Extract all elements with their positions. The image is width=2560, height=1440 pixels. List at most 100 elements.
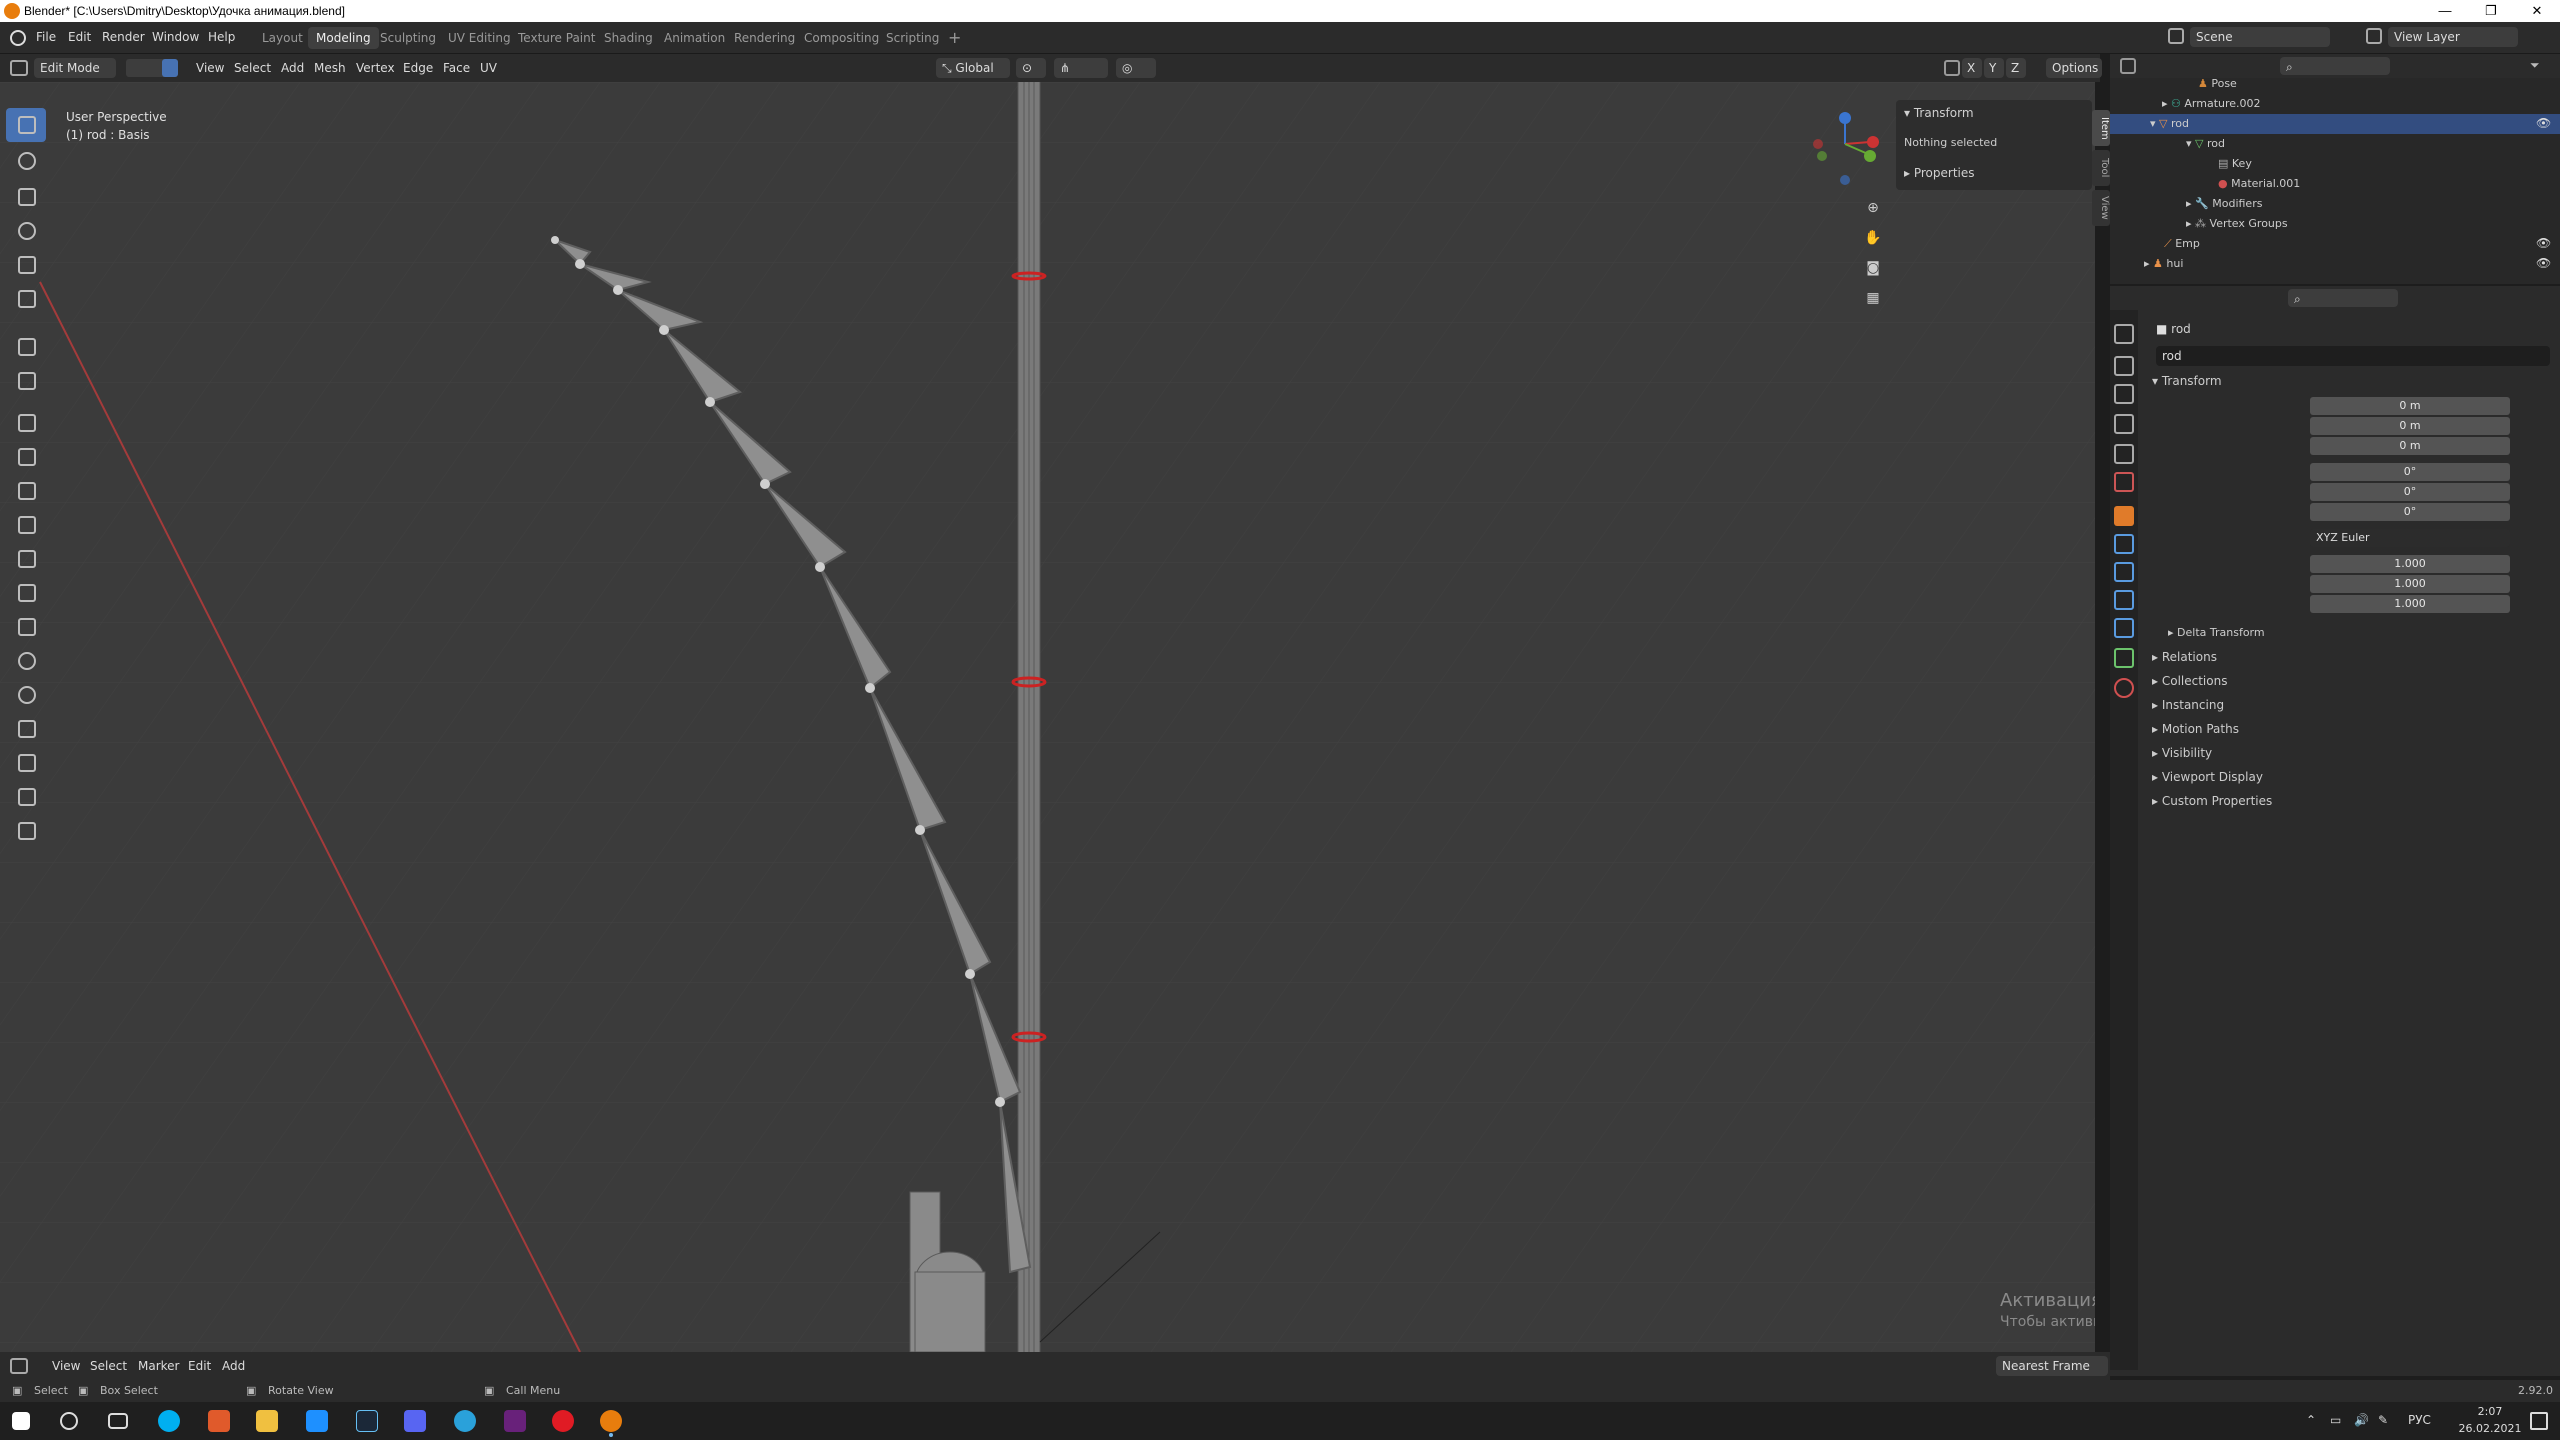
tab-tool[interactable]: Tool [2092, 150, 2110, 186]
timeline-menu-edit[interactable]: Edit [188, 1359, 211, 1373]
tab-animation[interactable]: Animation [656, 27, 733, 49]
transform-section-header[interactable]: ▾ Transform [2152, 370, 2222, 392]
vp-menu-uv[interactable]: UV [480, 61, 497, 75]
3d-viewport[interactable]: User Perspective (1) rod : Basis ⊕ ✋ ◙ ▦… [0, 82, 2095, 1352]
volume-icon[interactable]: 🔊 [2354, 1413, 2369, 1427]
filter-icon[interactable]: ⏷ [2530, 58, 2540, 73]
zoom-icon[interactable]: ⊕ [1862, 200, 1884, 222]
timeline-menu-view[interactable]: View [52, 1359, 80, 1373]
menu-edit[interactable]: Edit [68, 30, 91, 44]
ccleaner-icon[interactable] [306, 1410, 328, 1432]
close-button[interactable]: ✕ [2514, 0, 2560, 22]
minimize-button[interactable]: — [2422, 0, 2468, 22]
world-tab-icon[interactable] [2114, 472, 2134, 492]
scale-tool[interactable] [6, 248, 46, 282]
outliner-row-rod-object[interactable]: ▾ ▽ rod [2110, 114, 2560, 134]
menu-render[interactable]: Render [102, 30, 145, 44]
tab-view[interactable]: View [2092, 190, 2110, 226]
brave-icon[interactable] [208, 1410, 230, 1432]
tab-uv-editing[interactable]: UV Editing [440, 27, 519, 49]
vp-menu-vertex[interactable]: Vertex [356, 61, 395, 75]
tab-rendering[interactable]: Rendering [726, 27, 803, 49]
search-icon[interactable] [60, 1412, 78, 1430]
outliner-editor-icon[interactable] [2120, 58, 2136, 74]
shrink-fatten-tool[interactable] [6, 746, 46, 780]
render-tab-icon[interactable] [2114, 356, 2134, 376]
data-tab-icon[interactable] [2114, 648, 2134, 668]
rotation-x-field[interactable]: 0° [2310, 463, 2510, 481]
opera-icon[interactable] [552, 1410, 574, 1432]
blender-menu-icon[interactable] [10, 30, 26, 46]
clock-date[interactable]: 26.02.2021 [2446, 1422, 2534, 1435]
unity-icon[interactable] [504, 1410, 526, 1432]
timeline-menu-add[interactable]: Add [222, 1359, 245, 1373]
outliner-row-armature[interactable]: ▸ ⚇ Armature.002 [2162, 94, 2261, 114]
rotation-y-field[interactable]: 0° [2310, 483, 2510, 501]
scene-icon[interactable] [2168, 28, 2184, 44]
bevel-tool[interactable] [6, 508, 46, 542]
vp-menu-view[interactable]: View [196, 61, 224, 75]
rotation-z-field[interactable]: 0° [2310, 503, 2510, 521]
viewport-display-section[interactable]: ▸ Viewport Display [2152, 766, 2263, 788]
custom-properties-section[interactable]: ▸ Custom Properties [2152, 790, 2272, 812]
snap-mode-dropdown[interactable]: Nearest Frame [1996, 1356, 2108, 1376]
vp-menu-face[interactable]: Face [443, 61, 470, 75]
scale-x-field[interactable]: 1.000 [2310, 555, 2510, 573]
tab-item[interactable]: Item [2092, 110, 2110, 146]
maximize-button[interactable]: ❐ [2468, 0, 2514, 22]
location-z-field[interactable]: 0 m [2310, 437, 2510, 455]
loop-cut-tool[interactable] [6, 542, 46, 576]
blender-taskbar-icon[interactable] [600, 1410, 622, 1432]
properties-search-input[interactable]: ⌕ [2288, 289, 2398, 307]
n-panel-properties-header[interactable]: ▸ Properties [1904, 166, 1975, 180]
tab-layout[interactable]: Layout [254, 27, 311, 49]
camera-icon[interactable]: ◙ [1862, 260, 1884, 282]
visibility-section[interactable]: ▸ Visibility [2152, 742, 2212, 764]
mirror-icon[interactable] [1944, 60, 1960, 76]
scene-selector[interactable]: Scene [2190, 27, 2330, 47]
visibility-eye-icon[interactable]: 👁 [2536, 116, 2551, 130]
rip-region-tool[interactable] [6, 814, 46, 848]
tab-compositing[interactable]: Compositing [796, 27, 887, 49]
add-workspace-button[interactable]: + [940, 27, 969, 49]
instancing-section[interactable]: ▸ Instancing [2152, 694, 2224, 716]
outliner-row-vertex-groups[interactable]: ▸ ⁂ Vertex Groups [2186, 214, 2288, 234]
transform-tool[interactable] [6, 282, 46, 316]
spin-tool[interactable] [6, 644, 46, 678]
timeline-menu-marker[interactable]: Marker [138, 1359, 179, 1373]
notifications-icon[interactable] [2530, 1412, 2548, 1430]
constraints-tab-icon[interactable] [2114, 618, 2134, 638]
object-tab-icon[interactable] [2114, 506, 2134, 526]
relations-section[interactable]: ▸ Relations [2152, 646, 2217, 668]
vp-menu-select[interactable]: Select [234, 61, 271, 75]
vp-menu-edge[interactable]: Edge [403, 61, 433, 75]
material-tab-icon[interactable] [2114, 678, 2134, 698]
rotate-tool[interactable] [6, 214, 46, 248]
cursor-tool[interactable] [6, 144, 46, 178]
transform-orientation-selector[interactable]: ⤡ Global [936, 58, 1010, 78]
telegram-icon[interactable] [454, 1410, 476, 1432]
task-view-icon[interactable] [108, 1413, 128, 1429]
outliner-row-material[interactable]: ● Material.001 [2218, 174, 2300, 194]
smooth-tool[interactable] [6, 678, 46, 712]
scale-z-field[interactable]: 1.000 [2310, 595, 2510, 613]
outliner-search-input[interactable]: ⌕ [2280, 57, 2390, 75]
snapping-selector[interactable]: ⋔ [1054, 58, 1108, 78]
select-box-tool[interactable] [6, 108, 46, 142]
object-name-field[interactable]: rod [2156, 346, 2550, 366]
tab-sculpting[interactable]: Sculpting [372, 27, 444, 49]
tab-scripting[interactable]: Scripting [878, 27, 947, 49]
poly-build-tool[interactable] [6, 610, 46, 644]
knife-tool[interactable] [6, 576, 46, 610]
tab-shading[interactable]: Shading [596, 27, 661, 49]
view-layer-selector[interactable]: View Layer [2388, 27, 2518, 47]
output-tab-icon[interactable] [2114, 384, 2134, 404]
select-mode-buttons[interactable] [126, 59, 178, 77]
motion-paths-section[interactable]: ▸ Motion Paths [2152, 718, 2239, 740]
skype-icon[interactable] [158, 1410, 180, 1432]
visibility-eye-icon[interactable]: 👁 [2536, 236, 2551, 250]
location-x-field[interactable]: 0 m [2310, 397, 2510, 415]
modifier-tab-icon[interactable] [2114, 534, 2134, 554]
location-y-field[interactable]: 0 m [2310, 417, 2510, 435]
pivot-point-selector[interactable]: ⊙ [1016, 58, 1046, 78]
